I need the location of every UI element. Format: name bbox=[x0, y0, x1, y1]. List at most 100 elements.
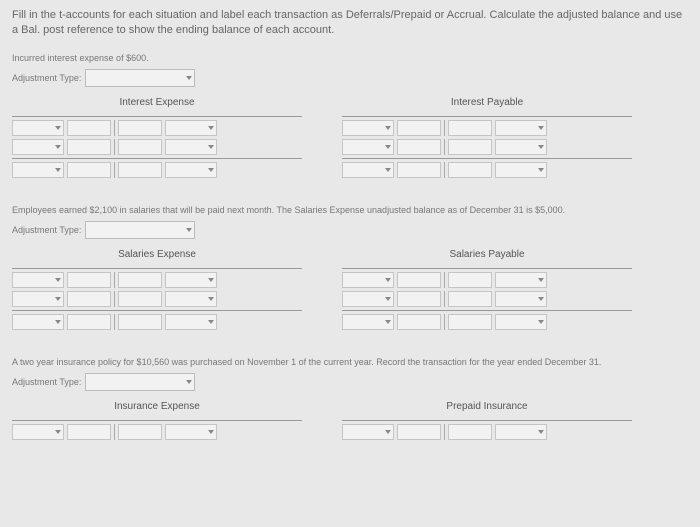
table-row bbox=[12, 120, 302, 136]
chevron-down-icon bbox=[208, 278, 214, 282]
debit-input[interactable] bbox=[397, 162, 441, 178]
ref-select[interactable] bbox=[342, 424, 394, 440]
credit-input[interactable] bbox=[118, 424, 162, 440]
credit-input[interactable] bbox=[448, 272, 492, 288]
debit-input[interactable] bbox=[67, 314, 111, 330]
chevron-down-icon bbox=[538, 297, 544, 301]
ref-select[interactable] bbox=[495, 272, 547, 288]
chevron-down-icon bbox=[385, 126, 391, 130]
taccounts-1: Interest Expense bbox=[12, 97, 688, 181]
adjustment-row-2: Adjustment Type: bbox=[12, 221, 688, 239]
taccounts-2: Salaries Expense bbox=[12, 249, 688, 333]
ref-select[interactable] bbox=[165, 424, 217, 440]
chevron-down-icon bbox=[55, 430, 61, 434]
table-row bbox=[12, 272, 302, 288]
ref-select[interactable] bbox=[342, 162, 394, 178]
debit-input[interactable] bbox=[67, 424, 111, 440]
debit-input[interactable] bbox=[397, 314, 441, 330]
chevron-down-icon bbox=[538, 430, 544, 434]
ref-select[interactable] bbox=[495, 424, 547, 440]
balance-rule bbox=[12, 158, 302, 159]
tacc-body bbox=[342, 268, 632, 330]
credit-input[interactable] bbox=[118, 291, 162, 307]
table-row bbox=[12, 291, 302, 307]
tacc-3-left: Insurance Expense bbox=[12, 401, 302, 443]
chevron-down-icon bbox=[208, 430, 214, 434]
chevron-down-icon bbox=[208, 126, 214, 130]
credit-input[interactable] bbox=[448, 314, 492, 330]
tacc-1-right-title: Interest Payable bbox=[342, 97, 632, 108]
adjustment-type-select-2[interactable] bbox=[85, 221, 195, 239]
credit-input[interactable] bbox=[448, 139, 492, 155]
ref-select[interactable] bbox=[165, 139, 217, 155]
ref-select[interactable] bbox=[495, 120, 547, 136]
table-row bbox=[342, 314, 632, 330]
ref-select[interactable] bbox=[342, 139, 394, 155]
credit-input[interactable] bbox=[448, 120, 492, 136]
ref-select[interactable] bbox=[342, 120, 394, 136]
credit-input[interactable] bbox=[448, 291, 492, 307]
tacc-1-right: Interest Payable bbox=[342, 97, 632, 181]
debit-input[interactable] bbox=[67, 139, 111, 155]
chevron-down-icon bbox=[385, 278, 391, 282]
t-divider bbox=[114, 272, 115, 288]
chevron-down-icon bbox=[538, 145, 544, 149]
adjustment-type-select-3[interactable] bbox=[85, 373, 195, 391]
debit-input[interactable] bbox=[67, 291, 111, 307]
ref-select[interactable] bbox=[12, 120, 64, 136]
table-row bbox=[12, 162, 302, 178]
credit-input[interactable] bbox=[448, 162, 492, 178]
problem-1-text: Incurred interest expense of $600. bbox=[12, 53, 688, 63]
ref-select[interactable] bbox=[495, 162, 547, 178]
debit-input[interactable] bbox=[67, 272, 111, 288]
ref-select[interactable] bbox=[342, 272, 394, 288]
adjustment-label-3: Adjustment Type: bbox=[12, 377, 81, 387]
table-row bbox=[12, 139, 302, 155]
t-divider bbox=[114, 291, 115, 307]
ref-select[interactable] bbox=[12, 291, 64, 307]
debit-input[interactable] bbox=[67, 162, 111, 178]
ref-select[interactable] bbox=[12, 314, 64, 330]
credit-input[interactable] bbox=[118, 162, 162, 178]
credit-input[interactable] bbox=[118, 314, 162, 330]
chevron-down-icon bbox=[55, 320, 61, 324]
credit-input[interactable] bbox=[118, 139, 162, 155]
ref-select[interactable] bbox=[495, 139, 547, 155]
debit-input[interactable] bbox=[67, 120, 111, 136]
chevron-down-icon bbox=[538, 168, 544, 172]
ref-select[interactable] bbox=[342, 314, 394, 330]
ref-select[interactable] bbox=[12, 162, 64, 178]
ref-select[interactable] bbox=[165, 120, 217, 136]
ref-select[interactable] bbox=[12, 424, 64, 440]
ref-select[interactable] bbox=[12, 272, 64, 288]
ref-select[interactable] bbox=[495, 314, 547, 330]
chevron-down-icon bbox=[55, 278, 61, 282]
ref-select[interactable] bbox=[12, 139, 64, 155]
problem-3-text: A two year insurance policy for $10,560 … bbox=[12, 357, 688, 367]
ref-select[interactable] bbox=[165, 291, 217, 307]
credit-input[interactable] bbox=[118, 272, 162, 288]
ref-select[interactable] bbox=[165, 314, 217, 330]
credit-input[interactable] bbox=[118, 120, 162, 136]
ref-select[interactable] bbox=[342, 291, 394, 307]
table-row bbox=[12, 424, 302, 440]
debit-input[interactable] bbox=[397, 272, 441, 288]
adjustment-label-1: Adjustment Type: bbox=[12, 73, 81, 83]
ref-select[interactable] bbox=[165, 162, 217, 178]
debit-input[interactable] bbox=[397, 139, 441, 155]
debit-input[interactable] bbox=[397, 424, 441, 440]
debit-input[interactable] bbox=[397, 120, 441, 136]
table-row bbox=[342, 424, 632, 440]
chevron-down-icon bbox=[55, 168, 61, 172]
table-row bbox=[342, 272, 632, 288]
chevron-down-icon bbox=[385, 297, 391, 301]
ref-select[interactable] bbox=[165, 272, 217, 288]
t-divider bbox=[444, 162, 445, 178]
credit-input[interactable] bbox=[448, 424, 492, 440]
chevron-down-icon bbox=[208, 168, 214, 172]
ref-select[interactable] bbox=[495, 291, 547, 307]
adjustment-row-3: Adjustment Type: bbox=[12, 373, 688, 391]
debit-input[interactable] bbox=[397, 291, 441, 307]
adjustment-type-select-1[interactable] bbox=[85, 69, 195, 87]
t-divider bbox=[114, 120, 115, 136]
